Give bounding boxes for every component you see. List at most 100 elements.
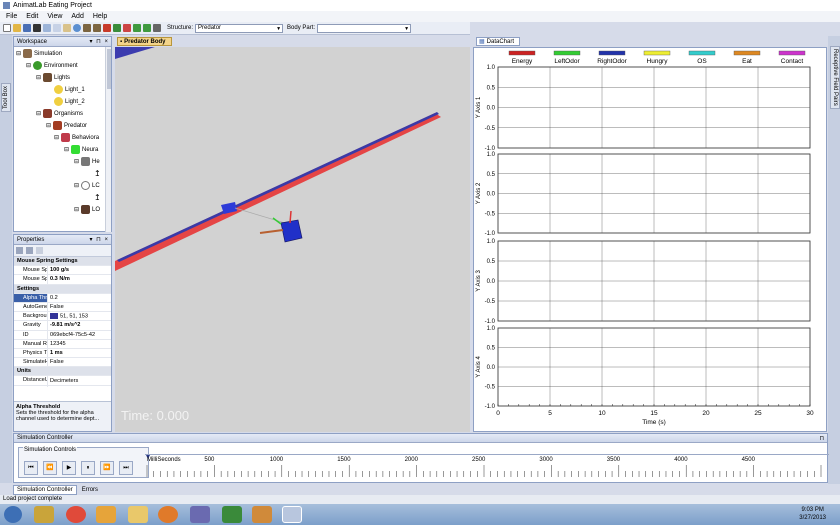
- tab-simulation-controller[interactable]: Simulation Controller: [13, 484, 77, 495]
- property-row[interactable]: Alpha Thres0.2: [14, 293, 111, 303]
- menu-view[interactable]: View: [47, 13, 62, 20]
- menu-help[interactable]: Help: [93, 13, 107, 20]
- camera-icon[interactable]: [153, 24, 161, 32]
- property-value[interactable]: 51, 51, 153: [48, 312, 111, 319]
- tree-item-lights[interactable]: ⊟ Lights: [36, 73, 70, 82]
- property-row[interactable]: AutoGeneraFalse: [14, 302, 111, 313]
- property-value[interactable]: 12345: [48, 341, 111, 347]
- synapse-item[interactable]: ↥: [94, 193, 101, 202]
- workspace-scrollbar[interactable]: [105, 47, 111, 232]
- tree-item-lo[interactable]: ⊟ LO: [74, 205, 100, 214]
- tree-item-light-1[interactable]: Light_1: [54, 85, 85, 94]
- collapse-icon[interactable]: ⊟: [46, 122, 51, 129]
- taskbar-paint-icon[interactable]: [252, 506, 272, 523]
- collapse-icon[interactable]: ⊟: [74, 182, 79, 189]
- collapse-icon[interactable]: ⊟: [36, 110, 41, 117]
- tree-item-neural[interactable]: ⊟ Neura: [64, 145, 98, 154]
- organism-icon[interactable]: [93, 24, 101, 32]
- cut-icon[interactable]: [43, 24, 51, 32]
- tree-item-behavioral[interactable]: ⊟ Behaviora: [54, 133, 99, 142]
- property-category[interactable]: Mouse Spring Settings: [14, 257, 111, 267]
- taskbar-explorer-icon[interactable]: [128, 506, 148, 523]
- property-value[interactable]: 1 ms: [48, 350, 111, 356]
- taskbar-app-icon[interactable]: [190, 506, 210, 523]
- collapse-icon[interactable]: ⊟: [74, 206, 79, 213]
- collapse-icon[interactable]: ⊟: [54, 134, 59, 141]
- alphabetical-icon[interactable]: [26, 247, 33, 254]
- tree-item-organisms[interactable]: ⊟ Organisms: [36, 109, 83, 118]
- taskbar-chrome-icon[interactable]: [66, 506, 86, 523]
- tab-predator-body[interactable]: ▪ Predator Body: [117, 37, 172, 46]
- new-file-icon[interactable]: [3, 24, 11, 32]
- collapse-icon[interactable]: ⊟: [74, 158, 79, 165]
- structure-icon[interactable]: [83, 24, 91, 32]
- collapse-icon[interactable]: ⊟: [36, 74, 41, 81]
- taskbar-terminal-icon[interactable]: [222, 506, 242, 523]
- data-chart[interactable]: Energy LeftOdor RightOdor Hungry OS Eat Contac…: [473, 47, 827, 432]
- step-forward-button[interactable]: ⏩: [100, 461, 114, 475]
- collapse-icon[interactable]: ⊟: [64, 146, 69, 153]
- property-row[interactable]: MassUnitsGrams: [14, 385, 111, 387]
- tree-item-predator[interactable]: ⊟ Predator: [46, 121, 87, 130]
- property-row[interactable]: Manual Rar12345: [14, 339, 111, 349]
- rewind-start-button[interactable]: ⏮: [24, 461, 38, 475]
- categorized-icon[interactable]: [16, 247, 23, 254]
- delete-icon[interactable]: [33, 24, 41, 32]
- property-category[interactable]: Settings: [14, 284, 111, 294]
- pause-button[interactable]: ⏸: [81, 461, 95, 475]
- recycle-icon[interactable]: [143, 24, 151, 32]
- copy-icon[interactable]: [53, 24, 61, 32]
- property-row[interactable]: ID 069ebcf4-75c5-42: [14, 330, 111, 340]
- tree-item-light-2[interactable]: Light_2: [54, 97, 85, 106]
- property-value[interactable]: Decimeters: [48, 378, 111, 384]
- menu-file[interactable]: File: [6, 13, 17, 20]
- menu-add[interactable]: Add: [71, 13, 83, 20]
- tool-icon[interactable]: [113, 24, 121, 32]
- property-pages-icon[interactable]: [36, 247, 43, 254]
- step-back-button[interactable]: ⏪: [43, 461, 57, 475]
- property-row[interactable]: Physics Tim1 ms: [14, 348, 111, 359]
- stimulus-icon[interactable]: [123, 24, 131, 32]
- tab-errors[interactable]: Errors: [79, 486, 101, 494]
- pin-icon[interactable]: ⊓: [819, 435, 827, 442]
- scroll-thumb[interactable]: [107, 49, 111, 89]
- 3d-viewport[interactable]: [115, 47, 470, 432]
- property-row[interactable]: Gravity -9.81 m/s^2: [14, 321, 111, 331]
- start-button[interactable]: [4, 506, 22, 523]
- menu-edit[interactable]: Edit: [26, 13, 38, 20]
- property-value[interactable]: False: [48, 359, 111, 365]
- synapse-item[interactable]: ↥: [94, 169, 101, 178]
- pin-close-icon[interactable]: ▾ ⊓ ×: [89, 38, 111, 45]
- robot-icon[interactable]: [103, 24, 111, 32]
- property-value[interactable]: 069ebcf4-75c5-42: [48, 332, 111, 338]
- help-icon[interactable]: [73, 24, 81, 32]
- save-icon[interactable]: [23, 24, 31, 32]
- tree-item-environment[interactable]: ⊟ Environment: [26, 61, 78, 70]
- tree-item-simulation[interactable]: ⊟ Simulation: [16, 49, 62, 58]
- taskbar-firefox-icon[interactable]: [158, 506, 178, 523]
- property-row[interactable]: Mouse Spri100 g/s: [14, 266, 111, 276]
- taskbar-animatlab-active-icon[interactable]: [282, 506, 302, 523]
- pin-close-icon[interactable]: ▾ ⊓ ×: [89, 236, 111, 243]
- property-row[interactable]: DistanceUnDecimeters: [14, 376, 111, 386]
- property-value[interactable]: 0.3 N/m: [48, 276, 111, 282]
- predator-body[interactable]: [280, 219, 303, 243]
- timeline-ruler[interactable]: MilliSeconds 500 1000 1500 2000 2500 3000 3500…: [145, 454, 829, 477]
- property-row[interactable]: Mouse Spri0.3 N/m: [14, 275, 111, 285]
- paste-icon[interactable]: [63, 24, 71, 32]
- property-value[interactable]: False: [48, 304, 111, 310]
- toolbox-tab[interactable]: Tool Box: [1, 83, 11, 113]
- collapse-icon[interactable]: ⊟: [16, 50, 21, 57]
- property-category[interactable]: Units: [14, 367, 111, 377]
- tab-datachart[interactable]: ▦ DataChart: [476, 37, 520, 46]
- collapse-icon[interactable]: ⊟: [26, 62, 31, 69]
- property-row[interactable]: Backgroun 51, 51, 153: [14, 312, 111, 322]
- play-button[interactable]: ▶: [62, 461, 76, 475]
- open-folder-icon[interactable]: [13, 24, 21, 32]
- body-part-select[interactable]: ▼: [317, 23, 412, 33]
- taskbar-app-animatlab-icon[interactable]: [34, 506, 54, 523]
- taskbar-outlook-icon[interactable]: [96, 506, 116, 523]
- property-value[interactable]: 0.2: [48, 295, 111, 301]
- chart-icon[interactable]: [133, 24, 141, 32]
- property-value[interactable]: 100 g/s: [48, 267, 111, 273]
